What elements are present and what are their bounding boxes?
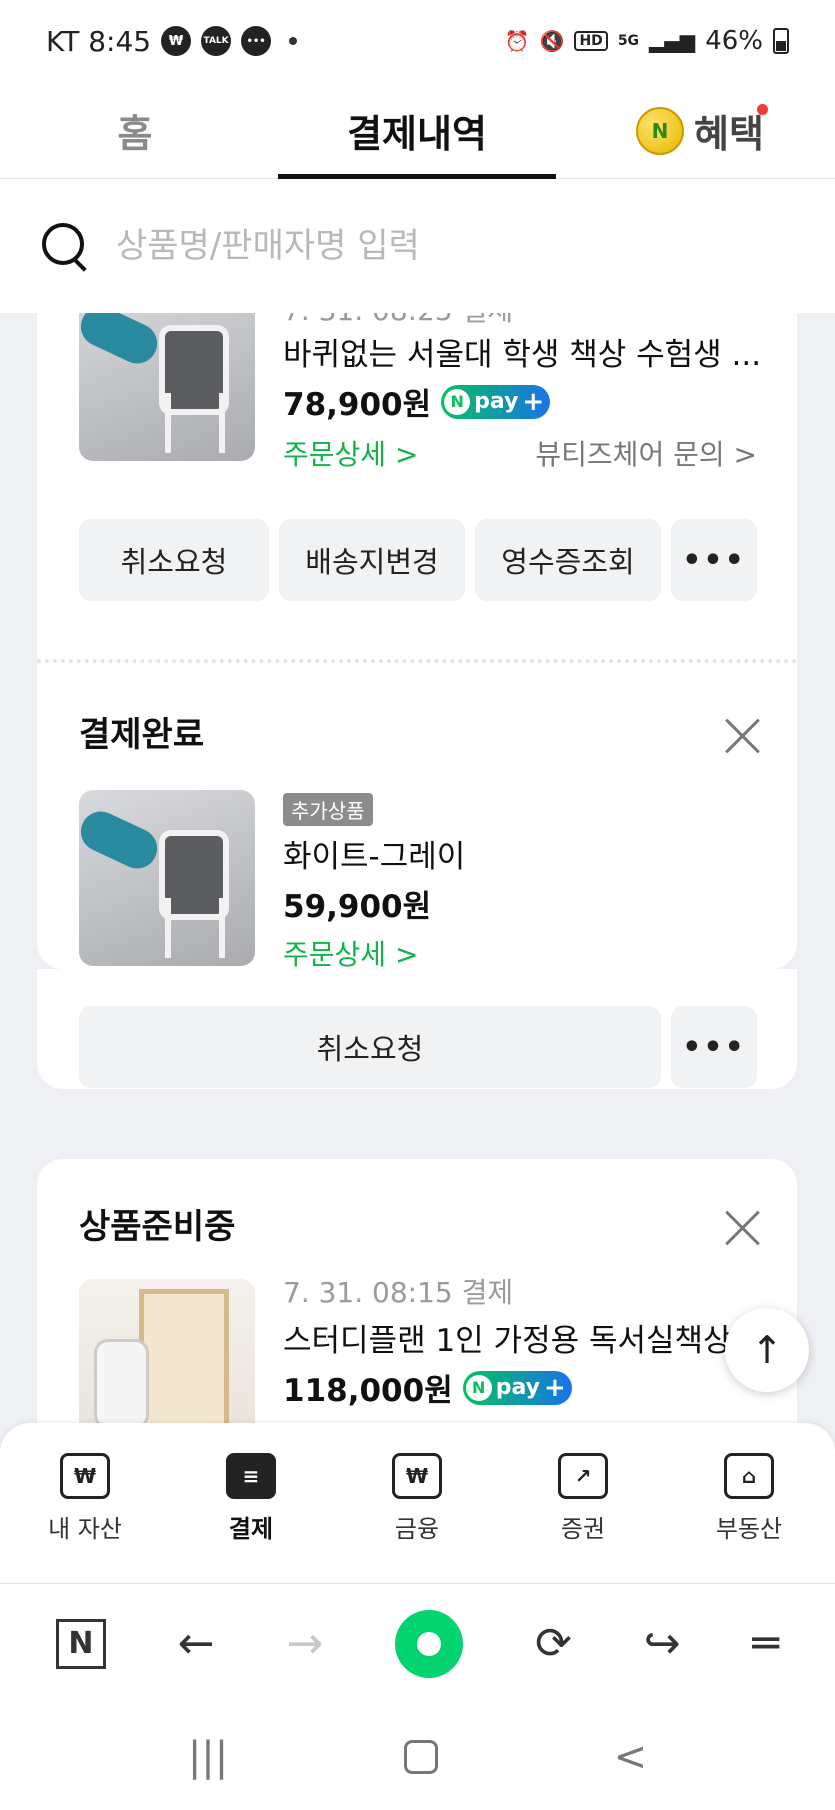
tab-home[interactable]: 홈 xyxy=(60,82,210,179)
back-arrow-icon[interactable]: ← xyxy=(178,1618,215,1669)
product-price-row: 118,000원 N pay + xyxy=(283,1365,572,1410)
nav-label: 금융 xyxy=(394,1515,440,1543)
mute-icon: 🔇 xyxy=(539,29,565,53)
order-detail-link[interactable]: 주문상세 > xyxy=(283,933,418,973)
recents-icon[interactable]: ||| xyxy=(188,1734,228,1780)
product-price: 78,900원 xyxy=(283,387,432,423)
product-price-row: 78,900원 N pay + xyxy=(283,379,551,424)
nav-securities[interactable]: ↗ 증권 xyxy=(523,1453,643,1544)
refresh-icon[interactable]: ⟳ xyxy=(535,1618,572,1669)
npay-plus-badge: N pay + xyxy=(441,384,551,419)
tab-benefits-label: 혜택 xyxy=(694,112,764,156)
nav-label: 증권 xyxy=(560,1515,606,1543)
product-thumbnail[interactable] xyxy=(79,1279,255,1423)
arrow-up-icon: ↑ xyxy=(751,1328,783,1372)
product-title[interactable]: 스터디플랜 1인 가정용 독서실책상 xyxy=(283,1315,763,1360)
alarm-icon: ⏰ xyxy=(504,29,530,53)
green-dot-icon[interactable] xyxy=(395,1609,464,1678)
hd-icon: HD xyxy=(574,31,608,51)
system-nav: ||| < xyxy=(0,1703,835,1810)
home-icon[interactable] xyxy=(403,1739,438,1774)
npay-n-icon: N xyxy=(444,388,471,415)
more-button[interactable]: ••• xyxy=(671,519,757,601)
talk-icon: TALK xyxy=(201,26,232,56)
product-price: 59,900원 xyxy=(283,889,432,925)
plus-icon: + xyxy=(543,1372,566,1403)
battery-icon xyxy=(773,28,789,54)
plus-icon: + xyxy=(522,386,545,417)
5g-icon: 5G xyxy=(617,33,640,49)
npay-label: pay xyxy=(495,1375,540,1400)
nav-finance[interactable]: ₩ 금융 xyxy=(357,1453,477,1544)
seller-inquiry-link[interactable]: 뷰티즈체어 문의 > xyxy=(535,433,757,473)
product-thumbnail[interactable] xyxy=(79,313,255,461)
close-icon[interactable] xyxy=(723,715,763,755)
order-status-title: 결제완료 xyxy=(79,715,205,755)
coin-icon: N xyxy=(636,106,685,155)
nav-label: 부동산 xyxy=(715,1515,783,1543)
forward-arrow-icon[interactable]: → xyxy=(286,1618,323,1669)
product-thumbnail[interactable] xyxy=(79,790,255,966)
browser-toolbar: N ← → ⟳ ↪ ═ xyxy=(0,1583,835,1703)
close-icon[interactable] xyxy=(723,1207,763,1247)
divider xyxy=(37,659,797,663)
top-tabs: 홈 결제내역 N 혜택 xyxy=(0,82,835,179)
nav-real-estate[interactable]: ⌂ 부동산 xyxy=(689,1453,809,1544)
nav-label: 결제 xyxy=(228,1515,274,1543)
signal-icon: ▂▄▆ xyxy=(649,29,696,53)
system-back-icon[interactable]: < xyxy=(614,1734,648,1780)
carrier-time: KT 8:45 xyxy=(46,24,152,58)
new-badge-dot xyxy=(757,104,768,115)
order-date: 7. 31. 08:15 결제 xyxy=(283,1276,514,1309)
nav-my-assets[interactable]: ₩ 내 자산 xyxy=(25,1453,145,1544)
wallet-icon: ₩ xyxy=(60,1453,110,1499)
won-icon: ₩ xyxy=(161,26,192,56)
order-card: 7. 31. 08:25 결제 바퀴없는 서울대 학생 책상 수험생 ... 7… xyxy=(37,313,797,971)
bag-icon: ₩ xyxy=(392,1453,442,1499)
share-icon[interactable]: ↪ xyxy=(644,1618,681,1669)
order-detail-link[interactable]: 주문상세 > xyxy=(283,433,418,473)
battery-percent: 46% xyxy=(705,26,763,56)
message-icon: ••• xyxy=(241,26,272,56)
cancel-request-button[interactable]: 취소요청 xyxy=(79,519,269,601)
more-button[interactable]: ••• xyxy=(671,1006,757,1088)
npay-label: pay xyxy=(474,389,519,414)
notification-dot-icon xyxy=(289,37,298,45)
menu-icon[interactable]: ═ xyxy=(752,1618,779,1669)
bottom-nav: ₩ 내 자산 ≡ 결제 ₩ 금융 ↗ 증권 ⌂ 부동산 xyxy=(0,1423,835,1583)
chart-icon: ↗ xyxy=(558,1453,608,1499)
search-bar xyxy=(0,179,835,313)
naver-home-icon[interactable]: N xyxy=(55,1618,106,1669)
product-title[interactable]: 바퀴없는 서울대 학생 책상 수험생 ... xyxy=(283,329,783,374)
tab-benefits[interactable]: N 혜택 xyxy=(620,82,780,179)
change-address-button[interactable]: 배송지변경 xyxy=(279,519,465,601)
add-on-tag: 추가상품 xyxy=(283,793,373,826)
nav-payment[interactable]: ≡ 결제 xyxy=(191,1453,311,1544)
order-list: 7. 31. 08:25 결제 바퀴없는 서울대 학생 책상 수험생 ... 7… xyxy=(0,313,835,1423)
nav-label: 내 자산 xyxy=(48,1515,122,1543)
tab-payment-history[interactable]: 결제내역 xyxy=(278,82,556,179)
status-bar: KT 8:45 ₩ TALK ••• ⏰ 🔇 HD 5G ▂▄▆ 46% xyxy=(0,0,835,82)
search-input[interactable] xyxy=(116,226,756,266)
order-card: 상품준비중 7. 31. 08:15 결제 스터디플랜 1인 가정용 독서실책상… xyxy=(37,1159,797,1423)
product-price: 118,000원 xyxy=(283,1373,453,1409)
scroll-to-top-button[interactable]: ↑ xyxy=(725,1308,809,1392)
cancel-request-button[interactable]: 취소요청 xyxy=(79,1006,661,1088)
receipt-button[interactable]: 영수증조회 xyxy=(475,519,661,601)
product-title[interactable]: 화이트-그레이 xyxy=(283,831,763,876)
npay-plus-badge: N pay + xyxy=(462,1370,572,1405)
search-icon[interactable] xyxy=(40,221,90,271)
order-date: 7. 31. 08:25 결제 xyxy=(283,313,513,329)
receipt-icon: ≡ xyxy=(226,1453,276,1499)
house-icon: ⌂ xyxy=(724,1453,774,1499)
order-status-title: 상품준비중 xyxy=(79,1207,236,1247)
npay-n-icon: N xyxy=(465,1374,492,1401)
